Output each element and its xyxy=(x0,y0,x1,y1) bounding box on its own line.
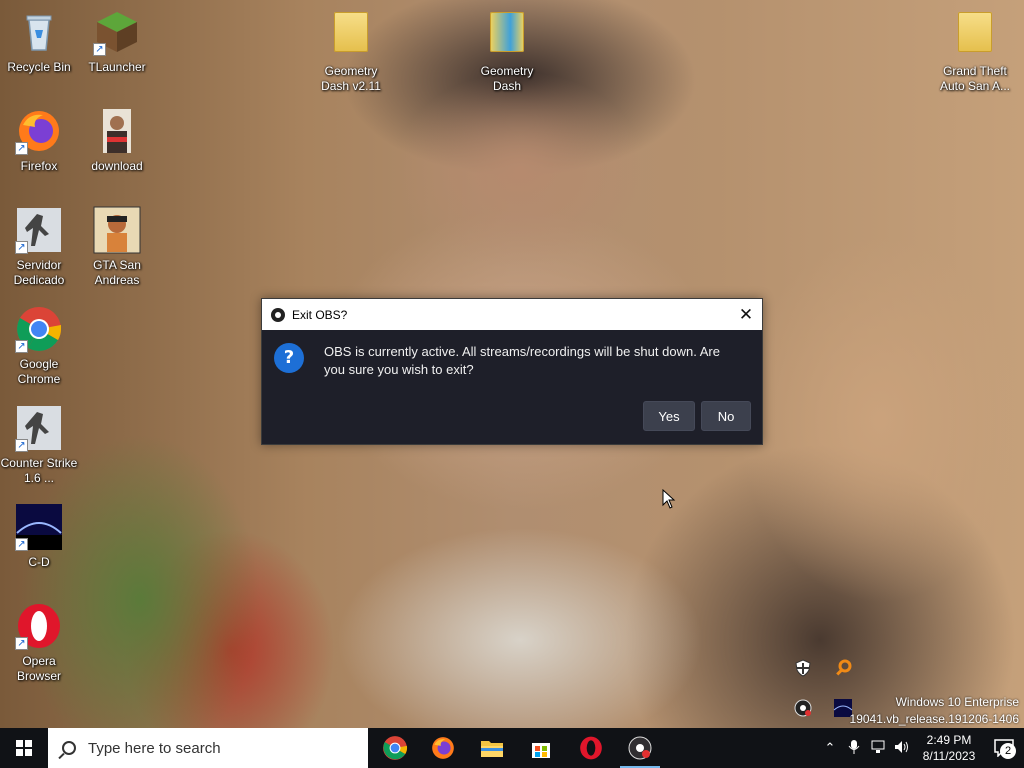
counter-strike-image: ↗ xyxy=(15,404,63,452)
microphone-icon[interactable] xyxy=(842,739,866,758)
geometry-dash-folder-icon[interactable]: Geometry Dash xyxy=(468,8,546,94)
icon-label: download xyxy=(91,159,143,173)
dialog-titlebar[interactable]: Exit OBS? ✕ xyxy=(262,299,762,330)
clock[interactable]: 2:49 PM 8/11/2023 xyxy=(914,732,984,764)
c-d-icon[interactable]: ↗ C-D xyxy=(0,503,78,570)
icon-label: Opera Browser xyxy=(16,654,61,683)
c-d-image: ↗ xyxy=(15,503,63,551)
shortcut-arrow-icon: ↗ xyxy=(15,439,28,452)
gta-san-andreas-folder-icon[interactable]: Grand Theft Auto San A... xyxy=(936,8,1014,94)
question-icon: ? xyxy=(274,343,304,373)
counter-strike-image: ↗ xyxy=(15,206,63,254)
system-tray: ⌃ 2:49 PM 8/11/2023 2 xyxy=(818,728,1024,768)
close-button[interactable]: ✕ xyxy=(730,299,762,330)
dialog-title: Exit OBS? xyxy=(292,307,348,322)
shortcut-arrow-icon: ↗ xyxy=(15,241,28,254)
chrome-icon xyxy=(383,736,408,760)
show-hidden-icons-chevron-icon[interactable]: ⌃ xyxy=(818,740,842,756)
shield-icon[interactable] xyxy=(793,658,813,678)
recycle-bin-image xyxy=(15,8,63,56)
folder-icon xyxy=(483,12,531,60)
folder-icon xyxy=(327,12,375,60)
servidor-dedicado-icon[interactable]: ↗ Servidor Dedicado xyxy=(0,206,78,288)
icon-label: TLauncher xyxy=(88,60,146,74)
dialog-message: OBS is currently active. All streams/rec… xyxy=(324,344,720,377)
mouse-cursor-icon xyxy=(662,488,676,514)
icon-label: GTA San Andreas xyxy=(93,258,141,287)
tlauncher-icon[interactable]: ↗ TLauncher xyxy=(78,8,156,75)
icon-label: Servidor Dedicado xyxy=(13,258,65,287)
taskbar-file-explorer[interactable] xyxy=(468,728,516,768)
store-icon xyxy=(532,743,550,758)
shortcut-arrow-icon: ↗ xyxy=(15,340,28,353)
google-chrome-icon[interactable]: ↗ Google Chrome xyxy=(0,305,78,387)
folder-icon xyxy=(481,741,503,757)
icon-label: Geometry Dash v2.11 xyxy=(321,64,381,93)
taskbar-obs[interactable] xyxy=(616,728,664,768)
taskbar-firefox[interactable] xyxy=(419,728,467,768)
dialog-body: ? OBS is currently active. All streams/r… xyxy=(262,330,762,445)
icon-label: Geometry Dash xyxy=(480,64,534,93)
taskbar-microsoft-store[interactable] xyxy=(517,728,565,768)
no-button[interactable]: No xyxy=(701,401,751,431)
exit-obs-dialog: Exit OBS? ✕ ? OBS is currently active. A… xyxy=(261,298,763,445)
tlauncher-image: ↗ xyxy=(93,8,141,56)
counter-strike-icon[interactable]: ↗ Counter Strike 1.6 ... xyxy=(0,404,78,486)
opera-browser-icon[interactable]: ↗ Opera Browser xyxy=(0,602,78,684)
icon-label: Firefox xyxy=(20,159,58,173)
photo-thumbnail xyxy=(93,107,141,155)
opera-icon xyxy=(580,736,602,760)
watermark-build: 19041.vb_release.191206-1406 xyxy=(849,712,1019,726)
firefox-icon xyxy=(432,737,454,759)
search-placeholder: Type here to search xyxy=(88,739,221,757)
icon-label: C-D xyxy=(28,555,50,569)
clock-time: 2:49 PM xyxy=(926,733,972,747)
taskbar-search-box[interactable]: Type here to search xyxy=(48,728,368,768)
gta-image xyxy=(93,206,141,254)
icon-label: Counter Strike 1.6 ... xyxy=(0,456,78,485)
action-center-button[interactable]: 2 xyxy=(984,728,1024,768)
firefox-image: ↗ xyxy=(15,107,63,155)
taskbar: Type here to search ⌃ 2:49 PM 8/11/2023 … xyxy=(0,728,1024,768)
windows-watermark: Windows 10 Enterprise 19041.vb_release.1… xyxy=(850,694,1019,728)
shortcut-arrow-icon: ↗ xyxy=(15,142,28,155)
icon-label: Recycle Bin xyxy=(7,60,71,74)
chrome-image: ↗ xyxy=(15,305,63,353)
search-icon xyxy=(62,741,76,755)
clock-date: 8/11/2023 xyxy=(922,749,976,763)
close-icon: ✕ xyxy=(738,304,754,324)
obs-logo-icon xyxy=(271,307,285,322)
obs-icon xyxy=(628,736,652,760)
shortcut-arrow-icon: ↗ xyxy=(15,538,28,551)
watermark-edition: Windows 10 Enterprise xyxy=(895,695,1019,709)
shortcut-arrow-icon: ↗ xyxy=(93,43,106,56)
recycle-bin-icon[interactable]: Recycle Bin xyxy=(0,8,78,75)
icon-label: Grand Theft Auto San A... xyxy=(939,64,1011,93)
notification-count-badge: 2 xyxy=(1000,743,1016,759)
start-button[interactable] xyxy=(0,728,48,768)
opera-image: ↗ xyxy=(15,602,63,650)
volume-icon[interactable] xyxy=(890,740,914,757)
windows-logo-icon xyxy=(16,740,32,756)
search-tool-icon[interactable] xyxy=(833,658,853,678)
shortcut-arrow-icon: ↗ xyxy=(15,637,28,650)
icon-label: Google Chrome xyxy=(17,357,61,386)
download-image-icon[interactable]: download xyxy=(78,107,156,174)
network-icon[interactable] xyxy=(866,740,890,757)
obs-tray-icon[interactable] xyxy=(793,698,813,718)
folder-icon xyxy=(951,12,999,60)
taskbar-opera[interactable] xyxy=(567,728,615,768)
taskbar-chrome[interactable] xyxy=(371,728,419,768)
firefox-icon[interactable]: ↗ Firefox xyxy=(0,107,78,174)
gta-san-andreas-icon[interactable]: GTA San Andreas xyxy=(78,206,156,288)
geometry-dash-211-icon[interactable]: Geometry Dash v2.11 xyxy=(312,8,390,94)
yes-button[interactable]: Yes xyxy=(643,401,695,431)
